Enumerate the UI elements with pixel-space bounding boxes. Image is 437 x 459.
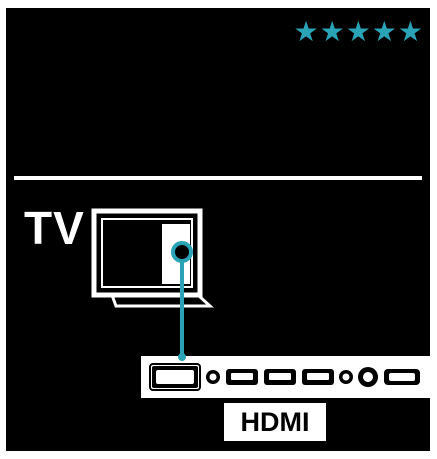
- hdmi-port-2-inner: [269, 373, 291, 380]
- port-round-1-inner: [209, 373, 217, 381]
- device-port-panel-icon: [141, 353, 430, 398]
- page: ★★★★★ TV HDMI: [0, 0, 437, 459]
- port-round-2-inner: [342, 373, 350, 381]
- port-rect-1-inner: [156, 370, 194, 384]
- hdmi-port-1-inner: [231, 373, 253, 380]
- cable-endpoint: [178, 353, 186, 361]
- tv-port-connector: [171, 241, 193, 263]
- tv-icon: [91, 208, 214, 308]
- connection-diagram: [91, 208, 430, 398]
- port-round-3-inner: [363, 372, 373, 382]
- port-rect-2-inner: [389, 373, 415, 381]
- hdmi-label: HDMI: [224, 403, 326, 441]
- hdmi-port-3-inner: [307, 373, 329, 380]
